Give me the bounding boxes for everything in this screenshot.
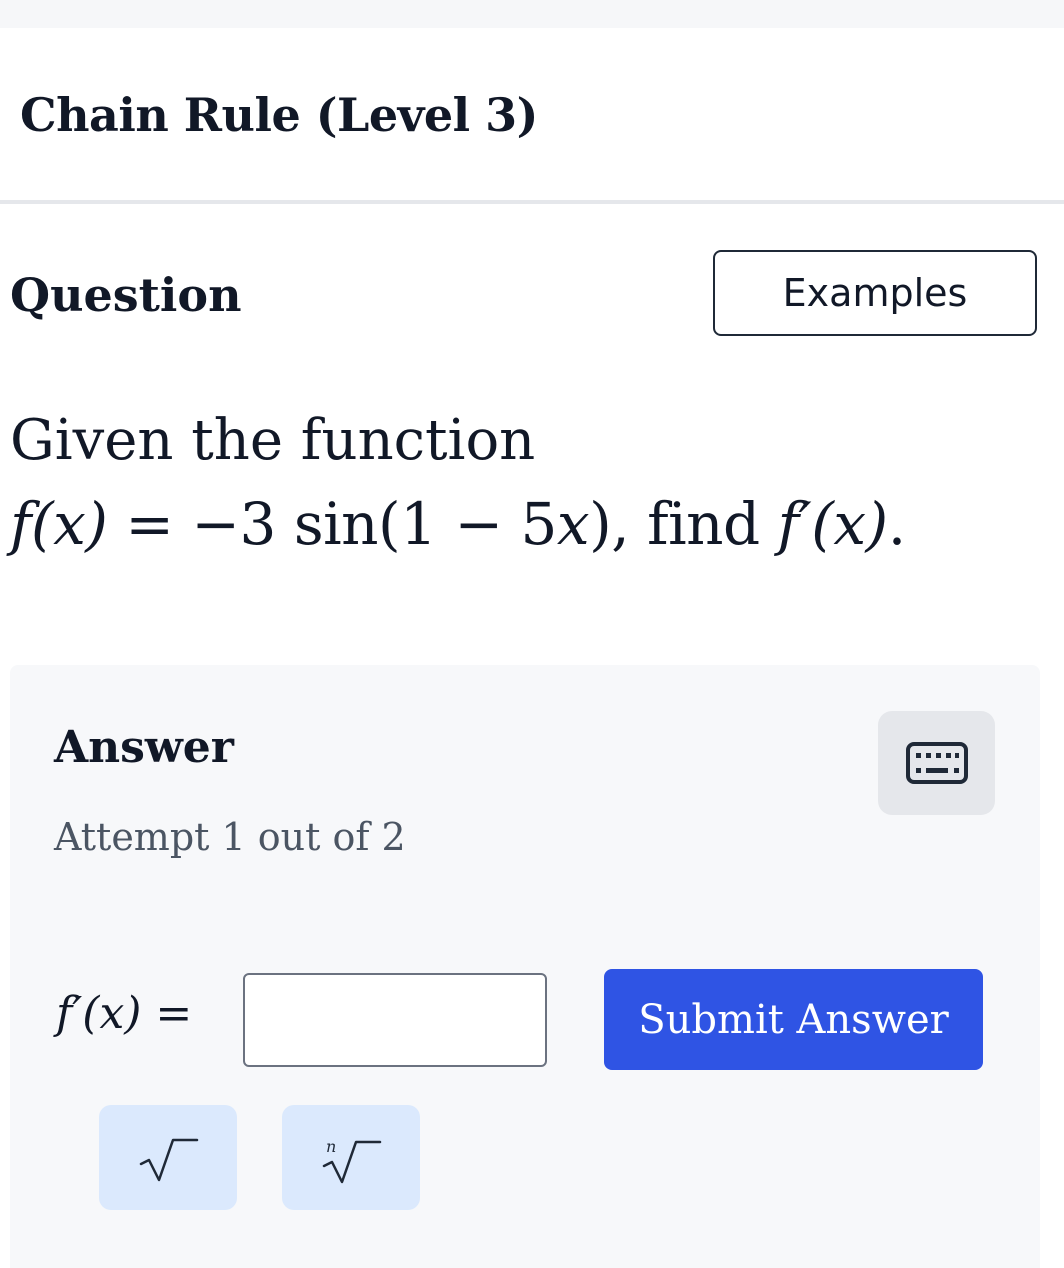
function-notation: f(x) bbox=[10, 490, 108, 558]
answer-derivative-notation: f′(x) bbox=[56, 988, 142, 1039]
answer-input[interactable] bbox=[243, 973, 547, 1067]
nth-root-icon: n bbox=[322, 1137, 382, 1183]
equation-tail: ), find bbox=[589, 490, 778, 558]
top-strip bbox=[0, 0, 1064, 28]
question-heading: Question bbox=[10, 268, 242, 322]
square-root-key[interactable] bbox=[99, 1105, 237, 1210]
answer-equals: = bbox=[141, 988, 193, 1039]
nth-root-key[interactable]: n bbox=[282, 1105, 420, 1210]
equation-period: . bbox=[887, 490, 906, 558]
square-root-icon bbox=[139, 1138, 199, 1181]
keyboard-toggle-button[interactable] bbox=[878, 711, 995, 815]
examples-button[interactable]: Examples bbox=[713, 250, 1037, 336]
page-title: Chain Rule (Level 3) bbox=[20, 88, 538, 142]
keyboard-icon bbox=[905, 742, 968, 784]
question-prompt-text: Given the function bbox=[10, 408, 536, 473]
equation-variable: x bbox=[556, 490, 590, 558]
nth-root-index: n bbox=[326, 1137, 336, 1156]
equation-body: = −3 sin(1 − 5 bbox=[107, 490, 557, 558]
derivative-notation: f′(x) bbox=[777, 490, 889, 558]
attempt-counter: Attempt 1 out of 2 bbox=[54, 815, 406, 859]
answer-heading: Answer bbox=[54, 722, 234, 773]
submit-answer-button[interactable]: Submit Answer bbox=[604, 969, 983, 1070]
page-header: Chain Rule (Level 3) bbox=[0, 28, 1064, 204]
answer-label: f′(x) = bbox=[56, 988, 192, 1039]
question-equation: f(x) = −3 sin(1 − 5x), find f′(x). bbox=[10, 490, 906, 558]
